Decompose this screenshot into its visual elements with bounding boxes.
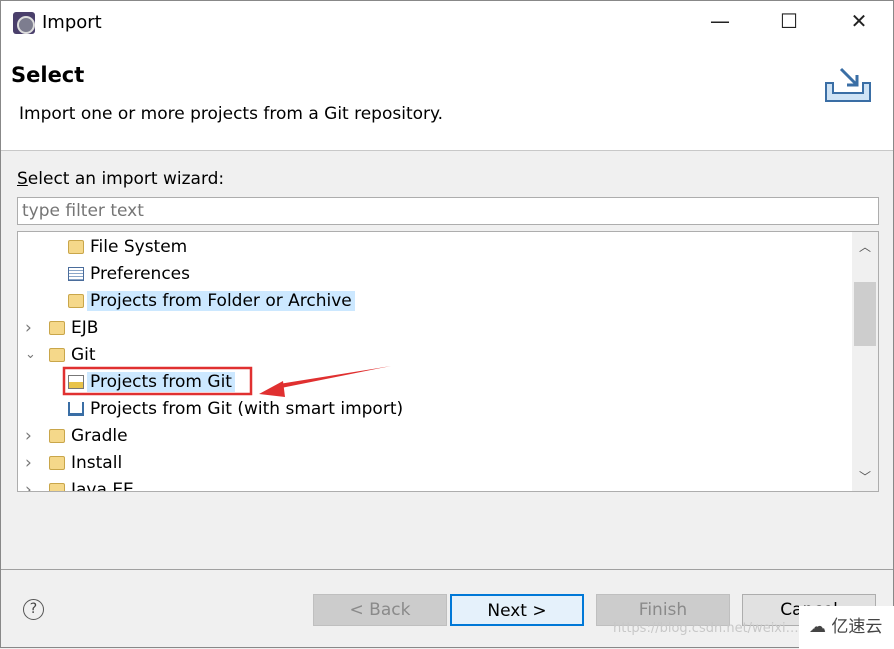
- annotation-box: [62, 366, 253, 396]
- watermark-logo: ☁ 亿速云: [799, 606, 894, 649]
- footer-divider: [1, 569, 893, 570]
- back-button[interactable]: < Back: [313, 594, 447, 626]
- cloud-icon: ☁: [809, 617, 826, 637]
- annotation-arrowhead: [259, 381, 285, 397]
- watermark-text: https://blog.csdn.net/weixi…: [613, 621, 799, 636]
- help-icon[interactable]: ?: [23, 599, 44, 620]
- next-button[interactable]: Next >: [450, 594, 584, 626]
- annotation-overlay: [62, 366, 391, 397]
